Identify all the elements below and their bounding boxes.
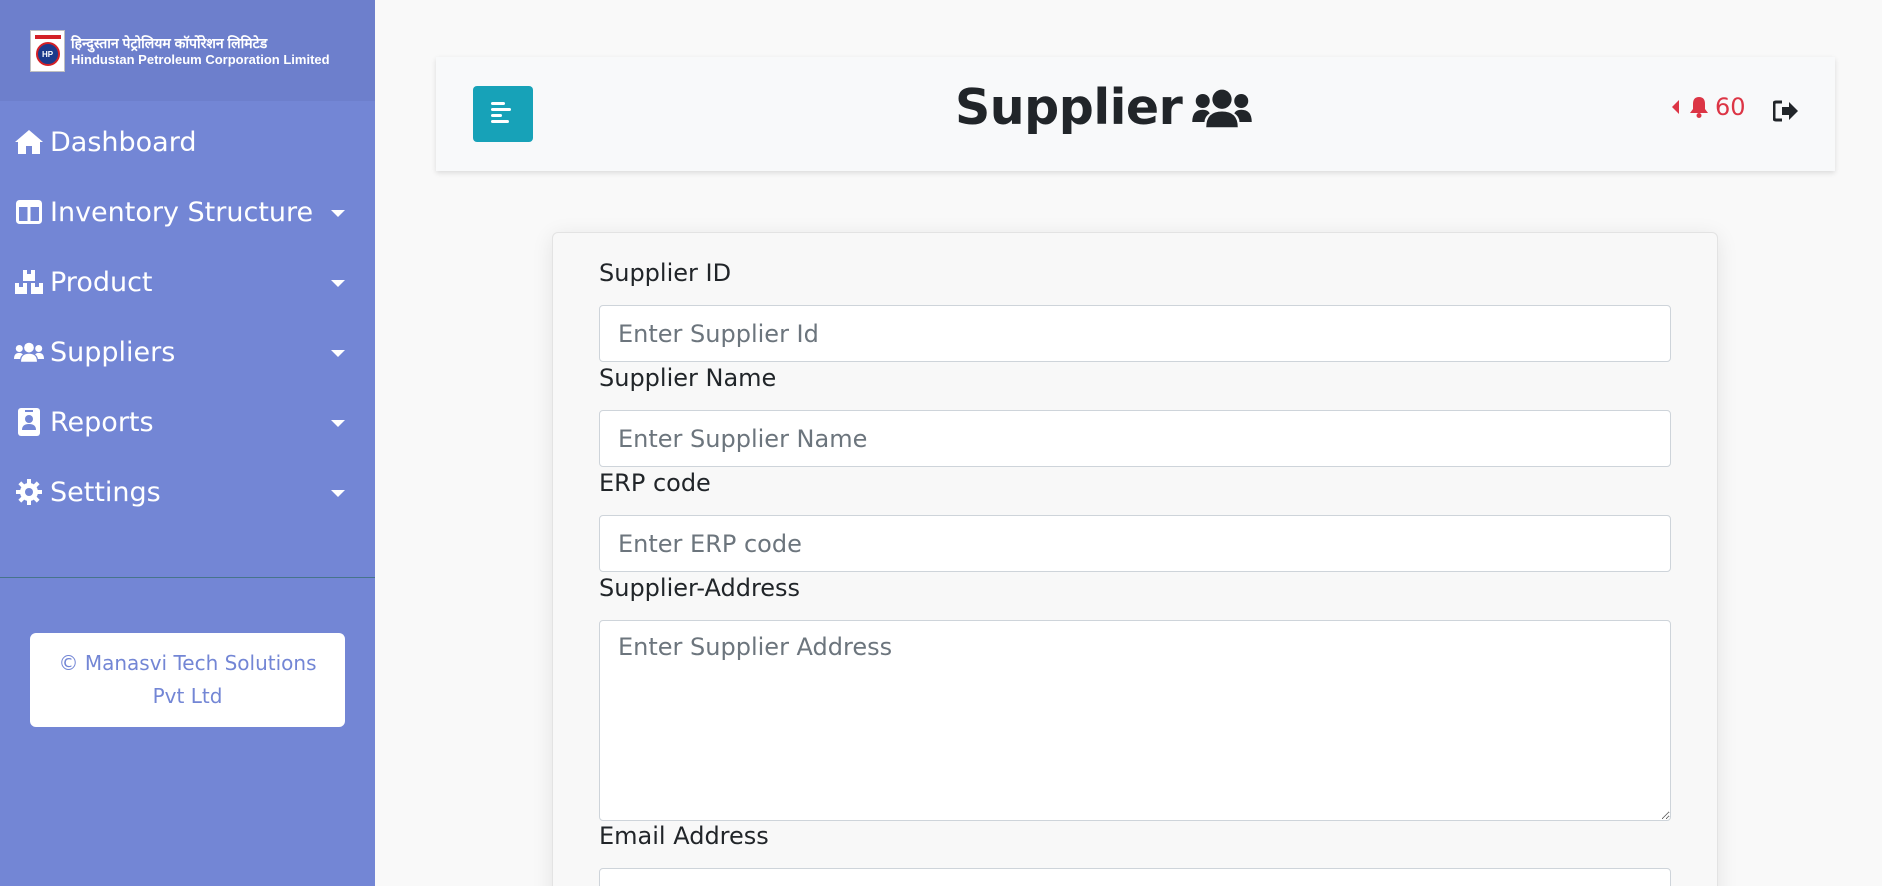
sidebar-item-suppliers[interactable]: Suppliers <box>0 317 375 387</box>
sign-out-icon <box>1772 100 1799 126</box>
supplier-name-input[interactable] <box>599 410 1671 467</box>
notifications-dropdown[interactable]: 60 <box>1672 93 1746 121</box>
sidebar-item-settings[interactable]: Settings <box>0 457 375 527</box>
sidebar-item-label: Inventory Structure <box>50 196 314 228</box>
bell-icon <box>1689 96 1709 118</box>
supplier-name-label: Supplier Name <box>599 364 777 392</box>
supplier-id-label: Supplier ID <box>599 259 732 287</box>
hp-logo: HP <box>30 29 65 72</box>
credit-box: © Manasvi Tech Solutions Pvt Ltd <box>30 633 345 727</box>
sidebar-item-inventory-structure[interactable]: Inventory Structure <box>0 177 375 247</box>
sidebar-item-product[interactable]: Product <box>0 247 375 317</box>
align-left-icon <box>491 101 515 127</box>
erp-code-input[interactable] <box>599 515 1671 572</box>
chevron-down-icon <box>331 280 345 287</box>
sidebar-item-reports[interactable]: Reports <box>0 387 375 457</box>
logout-button[interactable] <box>1772 100 1799 126</box>
sidebar-divider <box>0 577 375 578</box>
sidebar: HP हिन्दुस्तान पेट्रोलियम कॉर्पोरेशन लिम… <box>0 0 375 886</box>
sidebar-toggle-button[interactable] <box>473 86 533 142</box>
sidebar-item-label: Dashboard <box>50 126 197 158</box>
sidebar-item-label: Reports <box>50 406 154 438</box>
email-address-label: Email Address <box>599 822 769 850</box>
email-address-input[interactable] <box>599 868 1671 886</box>
top-navbar: Supplier 60 <box>436 57 1835 171</box>
caret-left-icon <box>1672 100 1679 114</box>
sidebar-nav: Dashboard Inventory Structure Product Su… <box>0 107 375 527</box>
columns-icon <box>14 197 44 227</box>
page-title-text: Supplier <box>955 79 1183 136</box>
gear-icon <box>14 477 44 507</box>
credit-text: © Manasvi Tech Solutions Pvt Ltd <box>58 651 317 708</box>
sidebar-item-label: Settings <box>50 476 161 508</box>
users-icon <box>14 337 44 367</box>
erp-code-label: ERP code <box>599 469 711 497</box>
page-title: Supplier <box>955 79 1253 136</box>
supplier-id-input[interactable] <box>599 305 1671 362</box>
home-icon <box>14 127 44 157</box>
brand-english-name: Hindustan Petroleum Corporation Limited <box>71 51 330 67</box>
sidebar-item-label: Product <box>50 266 153 298</box>
sidebar-item-label: Suppliers <box>50 336 176 368</box>
supplier-form-card: Supplier ID Supplier Name ERP code Suppl… <box>552 232 1718 886</box>
boxes-icon <box>14 267 44 297</box>
supplier-address-label: Supplier-Address <box>599 574 801 602</box>
id-badge-icon <box>14 407 44 437</box>
chevron-down-icon <box>331 420 345 427</box>
brand-hindi-name: हिन्दुस्तान पेट्रोलियम कॉर्पोरेशन लिमिटे… <box>71 34 268 51</box>
users-icon <box>1192 87 1253 129</box>
brand-header[interactable]: HP हिन्दुस्तान पेट्रोलियम कॉर्पोरेशन लिम… <box>0 0 375 101</box>
chevron-down-icon <box>331 350 345 357</box>
sidebar-item-dashboard[interactable]: Dashboard <box>0 107 375 177</box>
chevron-down-icon <box>331 210 345 217</box>
chevron-down-icon <box>331 490 345 497</box>
notification-count: 60 <box>1715 93 1746 121</box>
supplier-address-textarea[interactable] <box>599 620 1671 821</box>
